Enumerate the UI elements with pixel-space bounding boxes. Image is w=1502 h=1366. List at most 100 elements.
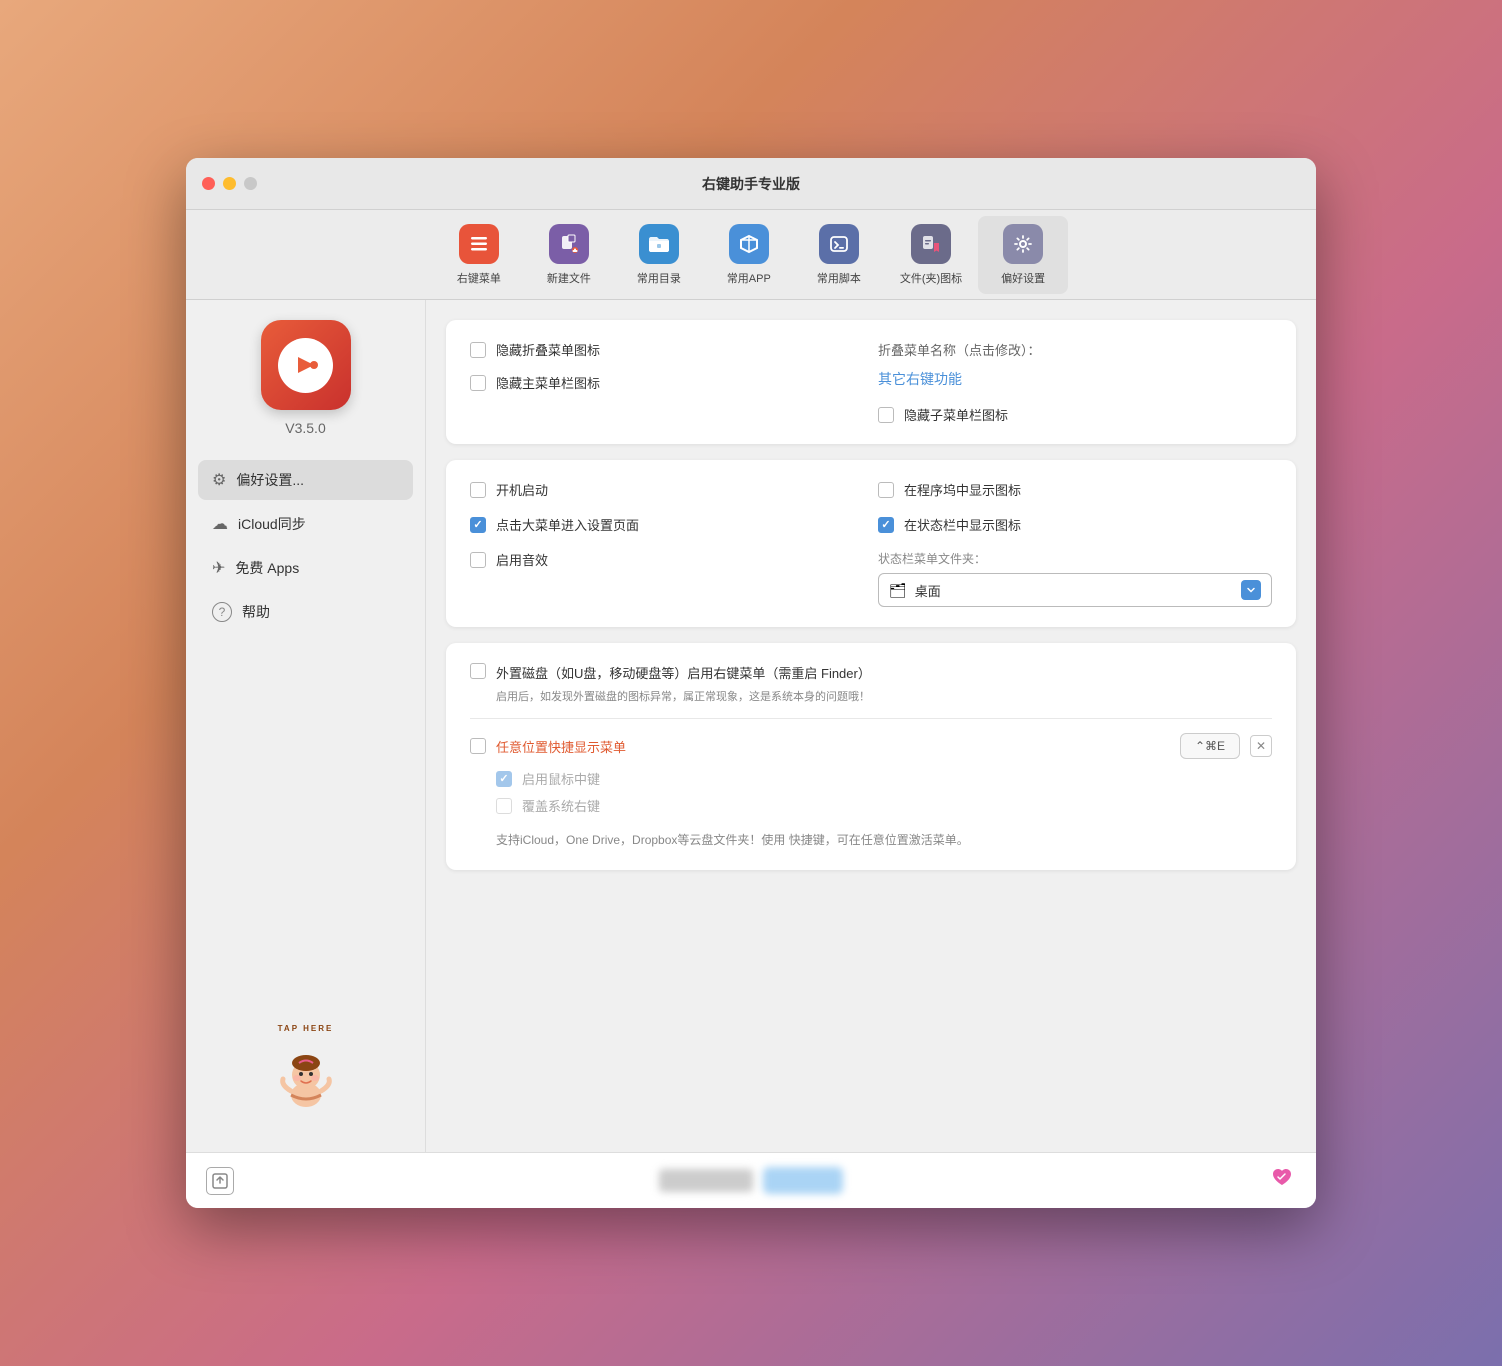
file-tag-label: 文件(夹)图标 — [900, 270, 962, 286]
icloud-nav-label: iCloud同步 — [238, 514, 306, 534]
enable-sound-label: 启用音效 — [496, 550, 548, 569]
free-apps-nav-label: 免费 Apps — [235, 558, 299, 578]
rightclick-menu-icon — [459, 224, 499, 264]
maximize-button[interactable] — [244, 177, 257, 190]
common-dir-icon — [639, 224, 679, 264]
shortcut-clear-button[interactable]: ✕ — [1250, 735, 1272, 757]
main-content: V3.5.0 ⚙ 偏好设置... ☁ iCloud同步 ✈ 免费 Apps ? … — [186, 300, 1316, 1152]
hide-main-menu-icon-item: 隐藏主菜单栏图标 — [470, 373, 864, 392]
app-icon-inner — [278, 338, 333, 393]
show-in-dock-checkbox[interactable] — [878, 482, 894, 498]
settings-card-external: 外置磁盘（如U盘，移动硬盘等）启用右键菜单（需重启 Finder） 启用后，如发… — [446, 643, 1296, 870]
mascot-svg — [271, 1043, 341, 1113]
settings-card-menu-icons: 隐藏折叠菜单图标 隐藏主菜单栏图标 折叠菜单名称（点击修改）： 其它右键功能 隐… — [446, 320, 1296, 444]
fold-menu-name-title: 折叠菜单名称（点击修改）： — [878, 340, 1272, 359]
anywhere-shortcut-row: 任意位置快捷显示菜单 ⌃⌘E ✕ — [470, 733, 1272, 759]
file-tag-icon — [911, 224, 951, 264]
hide-folded-icon-item: 隐藏折叠菜单图标 — [470, 340, 864, 359]
preferences-label: 偏好设置 — [1001, 270, 1045, 286]
external-disk-desc: 启用后，如发现外置磁盘的图标异常，属正常现象，这是系统本身的问题哦！ — [496, 688, 1272, 704]
fold-menu-name-section: 折叠菜单名称（点击修改）： 其它右键功能 隐藏子菜单栏图标 — [878, 340, 1272, 424]
show-in-status-bar-checkbox[interactable] — [878, 517, 894, 533]
shortcut-display[interactable]: ⌃⌘E — [1180, 733, 1240, 759]
sidebar: V3.5.0 ⚙ 偏好设置... ☁ iCloud同步 ✈ 免费 Apps ? … — [186, 300, 426, 1152]
sidebar-item-icloud[interactable]: ☁ iCloud同步 — [198, 504, 413, 544]
show-in-status-bar-label: 在状态栏中显示图标 — [904, 515, 1021, 534]
status-bar-folder-section: 状态栏菜单文件夹： 🗂 桌面 — [878, 550, 1272, 607]
toolbar-item-file-tag[interactable]: 文件(夹)图标 — [884, 216, 978, 294]
show-in-dock-label: 在程序坞中显示图标 — [904, 480, 1021, 499]
hide-submenu-icon-label: 隐藏子菜单栏图标 — [904, 405, 1008, 424]
external-disk-checkbox[interactable] — [470, 663, 486, 679]
enable-sound-checkbox[interactable] — [470, 552, 486, 568]
blurred-button: 操作按钮 — [763, 1167, 843, 1194]
settings-panel: 隐藏折叠菜单图标 隐藏主菜单栏图标 折叠菜单名称（点击修改）： 其它右键功能 隐… — [426, 300, 1316, 1152]
override-system-right-checkbox[interactable] — [496, 798, 512, 814]
common-script-label: 常用脚本 — [817, 270, 861, 286]
bottom-bar: 隐私信息文字 操作按钮 — [186, 1152, 1316, 1208]
enable-mouse-middle-label: 启用鼠标中键 — [522, 769, 600, 788]
common-dir-label: 常用目录 — [637, 270, 681, 286]
like-button[interactable] — [1268, 1163, 1296, 1198]
enable-mouse-middle-checkbox[interactable] — [496, 771, 512, 787]
anywhere-desc: 支持iCloud，One Drive，Dropbox等云盘文件夹！使用 快捷键，… — [496, 831, 1272, 850]
click-menu-enter-settings-item: 点击大菜单进入设置页面 — [470, 515, 864, 534]
sidebar-item-preferences[interactable]: ⚙ 偏好设置... — [198, 460, 413, 500]
override-system-right-item: 覆盖系统右键 — [496, 796, 1272, 815]
enable-sound-item: 启用音效 — [470, 550, 864, 569]
sidebar-nav: ⚙ 偏好设置... ☁ iCloud同步 ✈ 免费 Apps ? 帮助 — [186, 460, 425, 632]
status-bar-folder-label: 状态栏菜单文件夹： — [878, 550, 1272, 567]
status-bar-folder-dropdown[interactable]: 🗂 桌面 — [878, 573, 1272, 607]
new-file-icon — [549, 224, 589, 264]
tap-here-mascot[interactable]: TAP HERE — [256, 1022, 356, 1122]
external-disk-row: 外置磁盘（如U盘，移动硬盘等）启用右键菜单（需重启 Finder） — [470, 663, 1272, 682]
blurred-text: 隐私信息文字 — [659, 1169, 753, 1192]
bottom-center: 隐私信息文字 操作按钮 — [246, 1167, 1256, 1194]
toolbar-item-common-dir[interactable]: 常用目录 — [614, 216, 704, 294]
app-version: V3.5.0 — [285, 420, 325, 436]
minimize-button[interactable] — [223, 177, 236, 190]
folder-dropdown-text: 桌面 — [915, 581, 1233, 600]
close-button[interactable] — [202, 177, 215, 190]
hide-main-menu-icon-checkbox[interactable] — [470, 375, 486, 391]
toolbar-item-common-script[interactable]: 常用脚本 — [794, 216, 884, 294]
fold-menu-name-value[interactable]: 其它右键功能 — [878, 369, 1272, 389]
toolbar-item-common-app[interactable]: 常用APP — [704, 216, 794, 294]
app-icon — [261, 320, 351, 410]
click-menu-enter-settings-checkbox[interactable] — [470, 517, 486, 533]
rightclick-menu-label: 右键菜单 — [457, 270, 501, 286]
show-in-status-bar-item: 在状态栏中显示图标 — [878, 515, 1272, 534]
settings-card-startup: 开机启动 点击大菜单进入设置页面 启用音效 — [446, 460, 1296, 627]
hide-folded-icon-label: 隐藏折叠菜单图标 — [496, 340, 600, 359]
icloud-nav-icon: ☁ — [212, 514, 228, 534]
startup-label: 开机启动 — [496, 480, 548, 499]
click-menu-enter-settings-label: 点击大菜单进入设置页面 — [496, 515, 639, 534]
toolbar-item-preferences[interactable]: 偏好设置 — [978, 216, 1068, 294]
hide-submenu-icon-checkbox[interactable] — [878, 407, 894, 423]
folder-dropdown-icon: 🗂 — [889, 582, 907, 599]
show-in-dock-item: 在程序坞中显示图标 — [878, 480, 1272, 499]
window-title: 右键助手专业版 — [702, 174, 800, 194]
preferences-nav-label: 偏好设置... — [236, 470, 304, 490]
help-nav-icon: ? — [212, 602, 232, 622]
hide-main-menu-icon-label: 隐藏主菜单栏图标 — [496, 373, 600, 392]
startup-item: 开机启动 — [470, 480, 864, 499]
hide-submenu-icon-item: 隐藏子菜单栏图标 — [878, 405, 1272, 424]
sidebar-item-free-apps[interactable]: ✈ 免费 Apps — [198, 548, 413, 588]
toolbar-item-new-file[interactable]: 新建文件 — [524, 216, 614, 294]
anywhere-checkbox[interactable] — [470, 738, 486, 754]
common-script-icon — [819, 224, 859, 264]
enable-mouse-middle-item: 启用鼠标中键 — [496, 769, 1272, 788]
override-system-right-label: 覆盖系统右键 — [522, 796, 600, 815]
common-app-label: 常用APP — [727, 270, 771, 286]
hide-folded-icon-checkbox[interactable] — [470, 342, 486, 358]
preferences-nav-icon: ⚙ — [212, 470, 226, 490]
sidebar-bottom: TAP HERE — [256, 1022, 356, 1132]
export-button[interactable] — [206, 1167, 234, 1195]
external-disk-label: 外置磁盘（如U盘，移动硬盘等）启用右键菜单（需重启 Finder） — [496, 663, 871, 682]
toolbar-item-rightclick-menu[interactable]: 右键菜单 — [434, 216, 524, 294]
sidebar-item-help[interactable]: ? 帮助 — [198, 592, 413, 632]
startup-checkbox[interactable] — [470, 482, 486, 498]
divider — [470, 718, 1272, 719]
main-window: 右键助手专业版 右键菜单 — [186, 158, 1316, 1208]
